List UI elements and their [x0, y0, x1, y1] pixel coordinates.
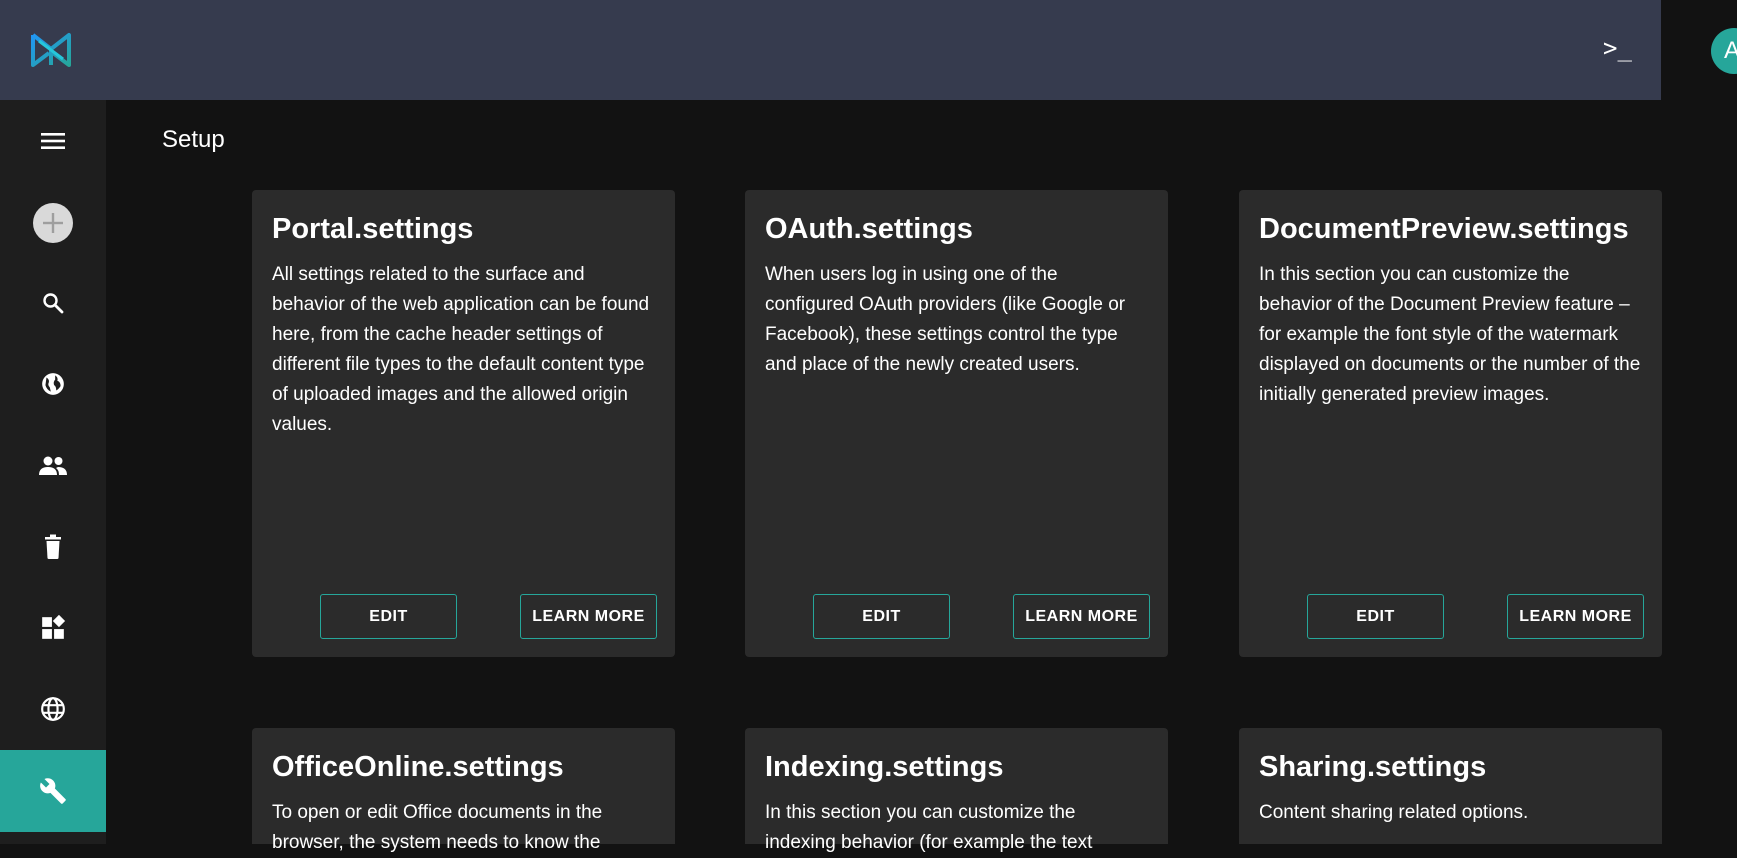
logo-icon	[31, 33, 71, 67]
sidebar-item-menu[interactable]	[0, 100, 106, 182]
sidebar-item-localization[interactable]	[0, 668, 106, 750]
app-header: >_	[0, 0, 1661, 100]
card-title[interactable]: OfficeOnline.settings	[272, 750, 655, 784]
users-icon	[39, 456, 67, 475]
sidebar	[0, 100, 106, 844]
add-icon	[33, 203, 73, 243]
card-description: In this section you can customize the in…	[765, 802, 1093, 853]
menu-icon	[41, 133, 65, 149]
sidebar-item-trash[interactable]	[0, 506, 106, 588]
sidebar-item-sites[interactable]	[0, 343, 106, 425]
card-description: Content sharing related options.	[1259, 802, 1529, 823]
edit-button[interactable]: EDIT	[320, 594, 457, 639]
learn-more-button[interactable]: LEARN MORE	[1507, 594, 1644, 639]
card-actions: EDIT LEARN MORE	[813, 594, 1150, 639]
search-icon	[43, 293, 64, 314]
settings-card-oauth: OAuth.settings When users log in using o…	[745, 190, 1168, 657]
terminal-button[interactable]: >_	[1603, 34, 1632, 62]
wrench-icon	[40, 778, 66, 804]
card-title[interactable]: Portal.settings	[272, 212, 655, 246]
card-actions: EDIT LEARN MORE	[1307, 594, 1644, 639]
card-title[interactable]: Sharing.settings	[1259, 750, 1642, 784]
card-title[interactable]: Indexing.settings	[765, 750, 1148, 784]
card-title[interactable]: DocumentPreview.settings	[1259, 212, 1642, 246]
globe-icon	[42, 373, 64, 395]
sidebar-item-dashboard[interactable]	[0, 587, 106, 669]
settings-card-sharing: Sharing.settings Content sharing related…	[1239, 728, 1662, 844]
dashboard-icon	[42, 615, 66, 639]
settings-card-document-preview: DocumentPreview.settings In this section…	[1239, 190, 1662, 657]
sidebar-item-search[interactable]	[0, 262, 106, 344]
sidebar-item-add[interactable]	[0, 182, 106, 264]
card-actions: EDIT LEARN MORE	[320, 594, 657, 639]
user-avatar[interactable]: A	[1711, 28, 1737, 74]
sidebar-item-users[interactable]	[0, 425, 106, 507]
learn-more-button[interactable]: LEARN MORE	[520, 594, 657, 639]
app-logo[interactable]	[29, 29, 73, 71]
card-description: To open or edit Office documents in the …	[272, 802, 603, 853]
card-title[interactable]: OAuth.settings	[765, 212, 1148, 246]
settings-card-indexing: Indexing.settings In this section you ca…	[745, 728, 1168, 853]
card-description: All settings related to the surface and …	[272, 264, 650, 435]
sidebar-item-setup[interactable]	[0, 750, 106, 832]
card-description: In this section you can customize the be…	[1259, 264, 1641, 405]
language-icon	[41, 697, 65, 721]
trash-icon	[45, 534, 61, 559]
edit-button[interactable]: EDIT	[813, 594, 950, 639]
edit-button[interactable]: EDIT	[1307, 594, 1444, 639]
page-title: Setup	[162, 126, 225, 153]
learn-more-button[interactable]: LEARN MORE	[1013, 594, 1150, 639]
settings-card-office-online: OfficeOnline.settings To open or edit Of…	[252, 728, 675, 853]
card-description: When users log in using one of the confi…	[765, 264, 1126, 375]
settings-card-portal: Portal.settings All settings related to …	[252, 190, 675, 657]
